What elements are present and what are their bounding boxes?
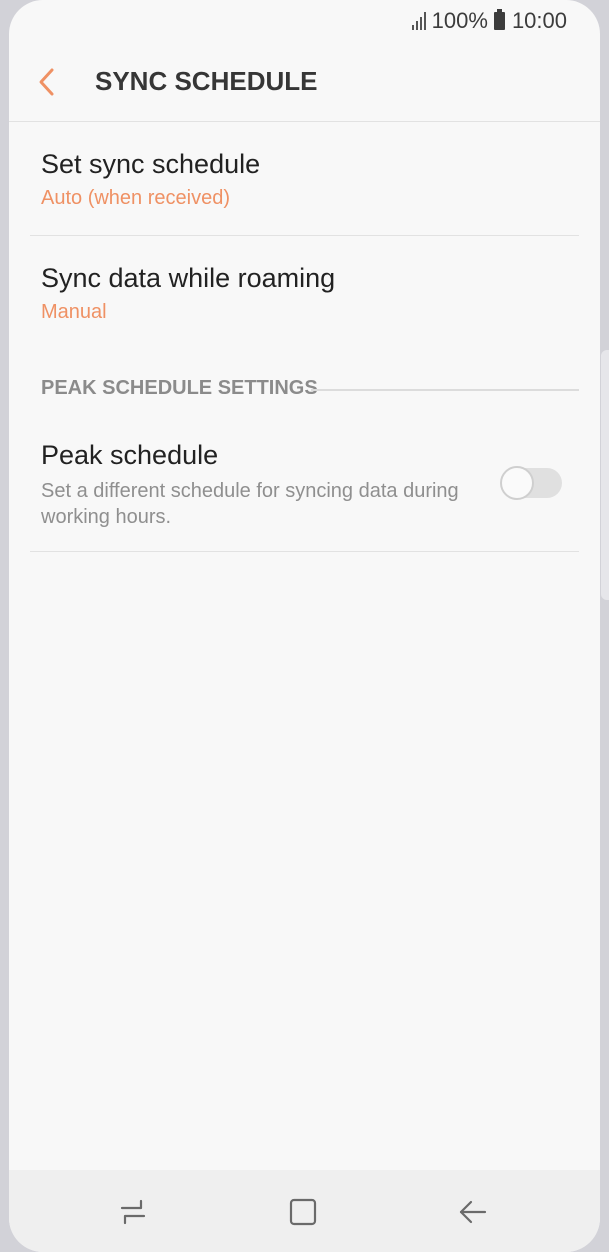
edge-panel-handle[interactable] (601, 350, 609, 600)
sync-roaming-value: Manual (41, 301, 107, 323)
home-button[interactable] (281, 1190, 325, 1234)
page-title: SYNC SCHEDULE (95, 66, 318, 96)
back-icon (459, 1200, 487, 1224)
recents-icon (120, 1199, 146, 1225)
section-divider (311, 389, 579, 391)
signal-icon (411, 12, 426, 30)
set-sync-schedule-value: Auto (when received) (41, 187, 230, 209)
sync-roaming-title: Sync data while roaming (41, 263, 336, 293)
screen: 100% 10:00 SYNC SCHEDULE Set sync schedu… (9, 0, 600, 1252)
status-bar: 100% 10:00 (9, 0, 600, 42)
peak-schedule-toggle[interactable] (500, 466, 564, 500)
set-sync-schedule-title: Set sync schedule (41, 149, 261, 179)
navigation-bar (9, 1170, 600, 1252)
chevron-left-icon (39, 68, 54, 96)
nav-back-button[interactable] (451, 1190, 495, 1234)
divider (30, 551, 579, 552)
clock: 10:00 (511, 8, 567, 33)
status-indicators: 100% 10:00 (411, 8, 567, 34)
battery-icon (493, 9, 505, 30)
peak-schedule-title: Peak schedule (41, 440, 219, 470)
recents-button[interactable] (111, 1190, 155, 1234)
set-sync-schedule-item[interactable]: Set sync schedule Auto (when received) (30, 122, 579, 235)
peak-schedule-item[interactable]: Peak schedule Set a different schedule f… (30, 420, 579, 550)
home-icon (289, 1198, 317, 1226)
section-header: PEAK SCHEDULE SETTINGS (41, 377, 318, 399)
back-button[interactable] (27, 62, 67, 102)
battery-percent: 100% (431, 8, 488, 33)
toggle-knob (500, 466, 534, 500)
peak-schedule-description: Set a different schedule for syncing dat… (41, 480, 459, 528)
app-bar: SYNC SCHEDULE (9, 42, 600, 122)
device-frame: 100% 10:00 SYNC SCHEDULE Set sync schedu… (0, 0, 609, 1252)
sync-roaming-item[interactable]: Sync data while roaming Manual (30, 236, 579, 348)
